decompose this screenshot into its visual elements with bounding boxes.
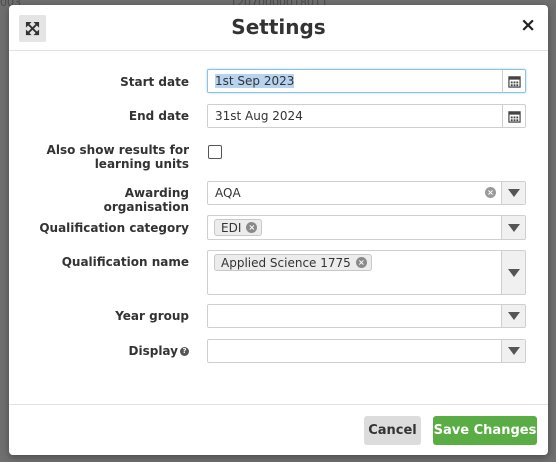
clear-selection-icon[interactable]: × — [485, 187, 496, 198]
awarding-org-dropdown-button[interactable] — [501, 182, 525, 204]
also-show-label: Also show results for learning units — [39, 143, 189, 171]
start-date-label: Start date — [120, 75, 189, 89]
start-date-value: 1st Sep 2023 — [215, 74, 295, 88]
save-changes-button[interactable]: Save Changes — [433, 416, 537, 445]
help-icon[interactable]: ? — [180, 347, 189, 356]
also-show-checkbox[interactable] — [208, 145, 222, 159]
year-group-select[interactable] — [207, 304, 526, 328]
year-group-dropdown-button[interactable] — [501, 305, 525, 327]
cancel-button[interactable]: Cancel — [364, 416, 421, 445]
qual-category-select[interactable]: EDI × — [207, 215, 526, 240]
chevron-down-icon — [507, 189, 520, 197]
chevron-down-icon — [507, 223, 520, 232]
qual-category-label: Qualification category — [39, 221, 189, 235]
qual-name-chip-label: Applied Science 1775 — [221, 256, 351, 270]
remove-chip-icon[interactable]: × — [246, 222, 258, 233]
qual-name-chip: Applied Science 1775 × — [214, 254, 372, 271]
remove-chip-icon[interactable]: × — [355, 257, 367, 268]
end-date-field[interactable]: 31st Aug 2024 — [207, 104, 526, 128]
display-dropdown-button[interactable] — [501, 340, 525, 362]
qual-name-label: Qualification name — [61, 255, 189, 269]
calendar-icon — [507, 110, 521, 123]
also-show-label-line1: Also show results for — [46, 143, 189, 157]
also-show-label-line2: learning units — [94, 157, 189, 171]
chevron-down-icon — [507, 268, 520, 277]
qual-name-dropdown-button[interactable] — [501, 251, 525, 294]
awarding-org-value: AQA — [215, 186, 241, 200]
chevron-down-icon — [507, 347, 520, 355]
end-date-label: End date — [128, 109, 189, 123]
qual-category-chip: EDI × — [214, 219, 263, 236]
modal-title: Settings — [231, 15, 326, 39]
close-button[interactable]: × — [520, 14, 536, 36]
year-group-label: Year group — [115, 309, 189, 323]
end-date-calendar-button[interactable] — [502, 105, 525, 127]
display-label-text: Display — [128, 344, 178, 358]
awarding-org-label: Awarding organisation — [103, 186, 189, 214]
display-select[interactable] — [207, 339, 526, 363]
qual-category-dropdown-button[interactable] — [501, 216, 525, 239]
modal-header: Settings × — [9, 5, 548, 51]
start-date-calendar-button[interactable] — [502, 70, 525, 92]
settings-modal: Settings × Start date 1st Sep 2023 End d… — [9, 5, 548, 455]
awarding-org-select[interactable]: AQA × — [207, 181, 526, 205]
end-date-value: 31st Aug 2024 — [215, 109, 303, 123]
start-date-field[interactable]: 1st Sep 2023 — [207, 69, 526, 93]
qual-category-chip-label: EDI — [221, 221, 242, 235]
qual-name-select[interactable]: Applied Science 1775 × — [207, 250, 526, 295]
modal-footer: Cancel Save Changes — [9, 404, 548, 455]
chevron-down-icon — [507, 312, 520, 320]
display-label: Display? — [39, 344, 189, 358]
calendar-icon — [507, 75, 521, 88]
